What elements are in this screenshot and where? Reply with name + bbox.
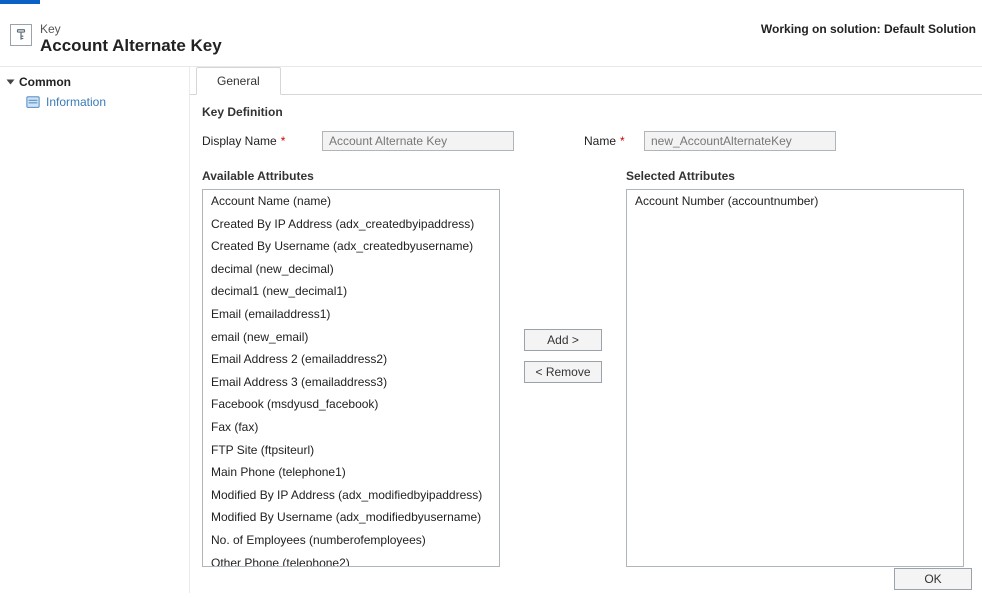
selected-attributes-label: Selected Attributes — [626, 169, 964, 183]
list-item[interactable]: email (new_email) — [203, 326, 499, 349]
available-attributes-label: Available Attributes — [202, 169, 500, 183]
header-label: Key — [40, 22, 222, 36]
sidebar-item-information[interactable]: Information — [8, 95, 181, 109]
display-name-input[interactable] — [322, 131, 514, 151]
list-item[interactable]: No. of Employees (numberofemployees) — [203, 529, 499, 552]
list-item[interactable]: Account Name (name) — [203, 190, 499, 213]
list-item[interactable]: Main Phone (telephone1) — [203, 461, 499, 484]
tab-general[interactable]: General — [196, 67, 281, 95]
list-item[interactable]: decimal (new_decimal) — [203, 258, 499, 281]
list-item[interactable]: Email Address 2 (emailaddress2) — [203, 348, 499, 371]
sidebar-group-common[interactable]: Common — [8, 75, 181, 89]
selected-attributes-listbox[interactable]: Account Number (accountnumber) — [626, 189, 964, 567]
list-item[interactable]: Created By Username (adx_createdbyuserna… — [203, 235, 499, 258]
list-item[interactable]: Other Phone (telephone2) — [203, 552, 499, 568]
list-item[interactable]: Modified By IP Address (adx_modifiedbyip… — [203, 484, 499, 507]
display-name-label: Display Name* — [202, 134, 322, 148]
list-item[interactable]: Email Address 3 (emailaddress3) — [203, 371, 499, 394]
add-button[interactable]: Add > — [524, 329, 602, 351]
list-item[interactable]: Facebook (msdyusd_facebook) — [203, 393, 499, 416]
list-item[interactable]: Created By IP Address (adx_createdbyipad… — [203, 213, 499, 236]
form-icon — [26, 95, 40, 109]
sidebar-group-label: Common — [19, 75, 71, 89]
remove-button[interactable]: < Remove — [524, 361, 602, 383]
sidebar-item-label: Information — [46, 95, 106, 109]
list-item[interactable]: Modified By Username (adx_modifiedbyuser… — [203, 506, 499, 529]
name-label: Name* — [584, 134, 644, 148]
name-input[interactable] — [644, 131, 836, 151]
working-on-solution-label: Working on solution: Default Solution — [761, 22, 976, 36]
ok-button[interactable]: OK — [894, 568, 972, 590]
header-title: Account Alternate Key — [40, 36, 222, 56]
caret-down-icon — [7, 80, 15, 85]
available-attributes-listbox[interactable]: Account Name (name)Created By IP Address… — [202, 189, 500, 567]
tabs: General — [190, 66, 982, 95]
list-item[interactable]: decimal1 (new_decimal1) — [203, 280, 499, 303]
page-header: Key Account Alternate Key Working on sol… — [0, 4, 982, 67]
list-item[interactable]: Email (emailaddress1) — [203, 303, 499, 326]
sidebar: Common Information — [0, 67, 190, 593]
key-icon — [10, 24, 32, 46]
list-item[interactable]: Fax (fax) — [203, 416, 499, 439]
section-title: Key Definition — [202, 105, 970, 119]
list-item[interactable]: Account Number (accountnumber) — [627, 190, 963, 213]
list-item[interactable]: FTP Site (ftpsiteurl) — [203, 439, 499, 462]
